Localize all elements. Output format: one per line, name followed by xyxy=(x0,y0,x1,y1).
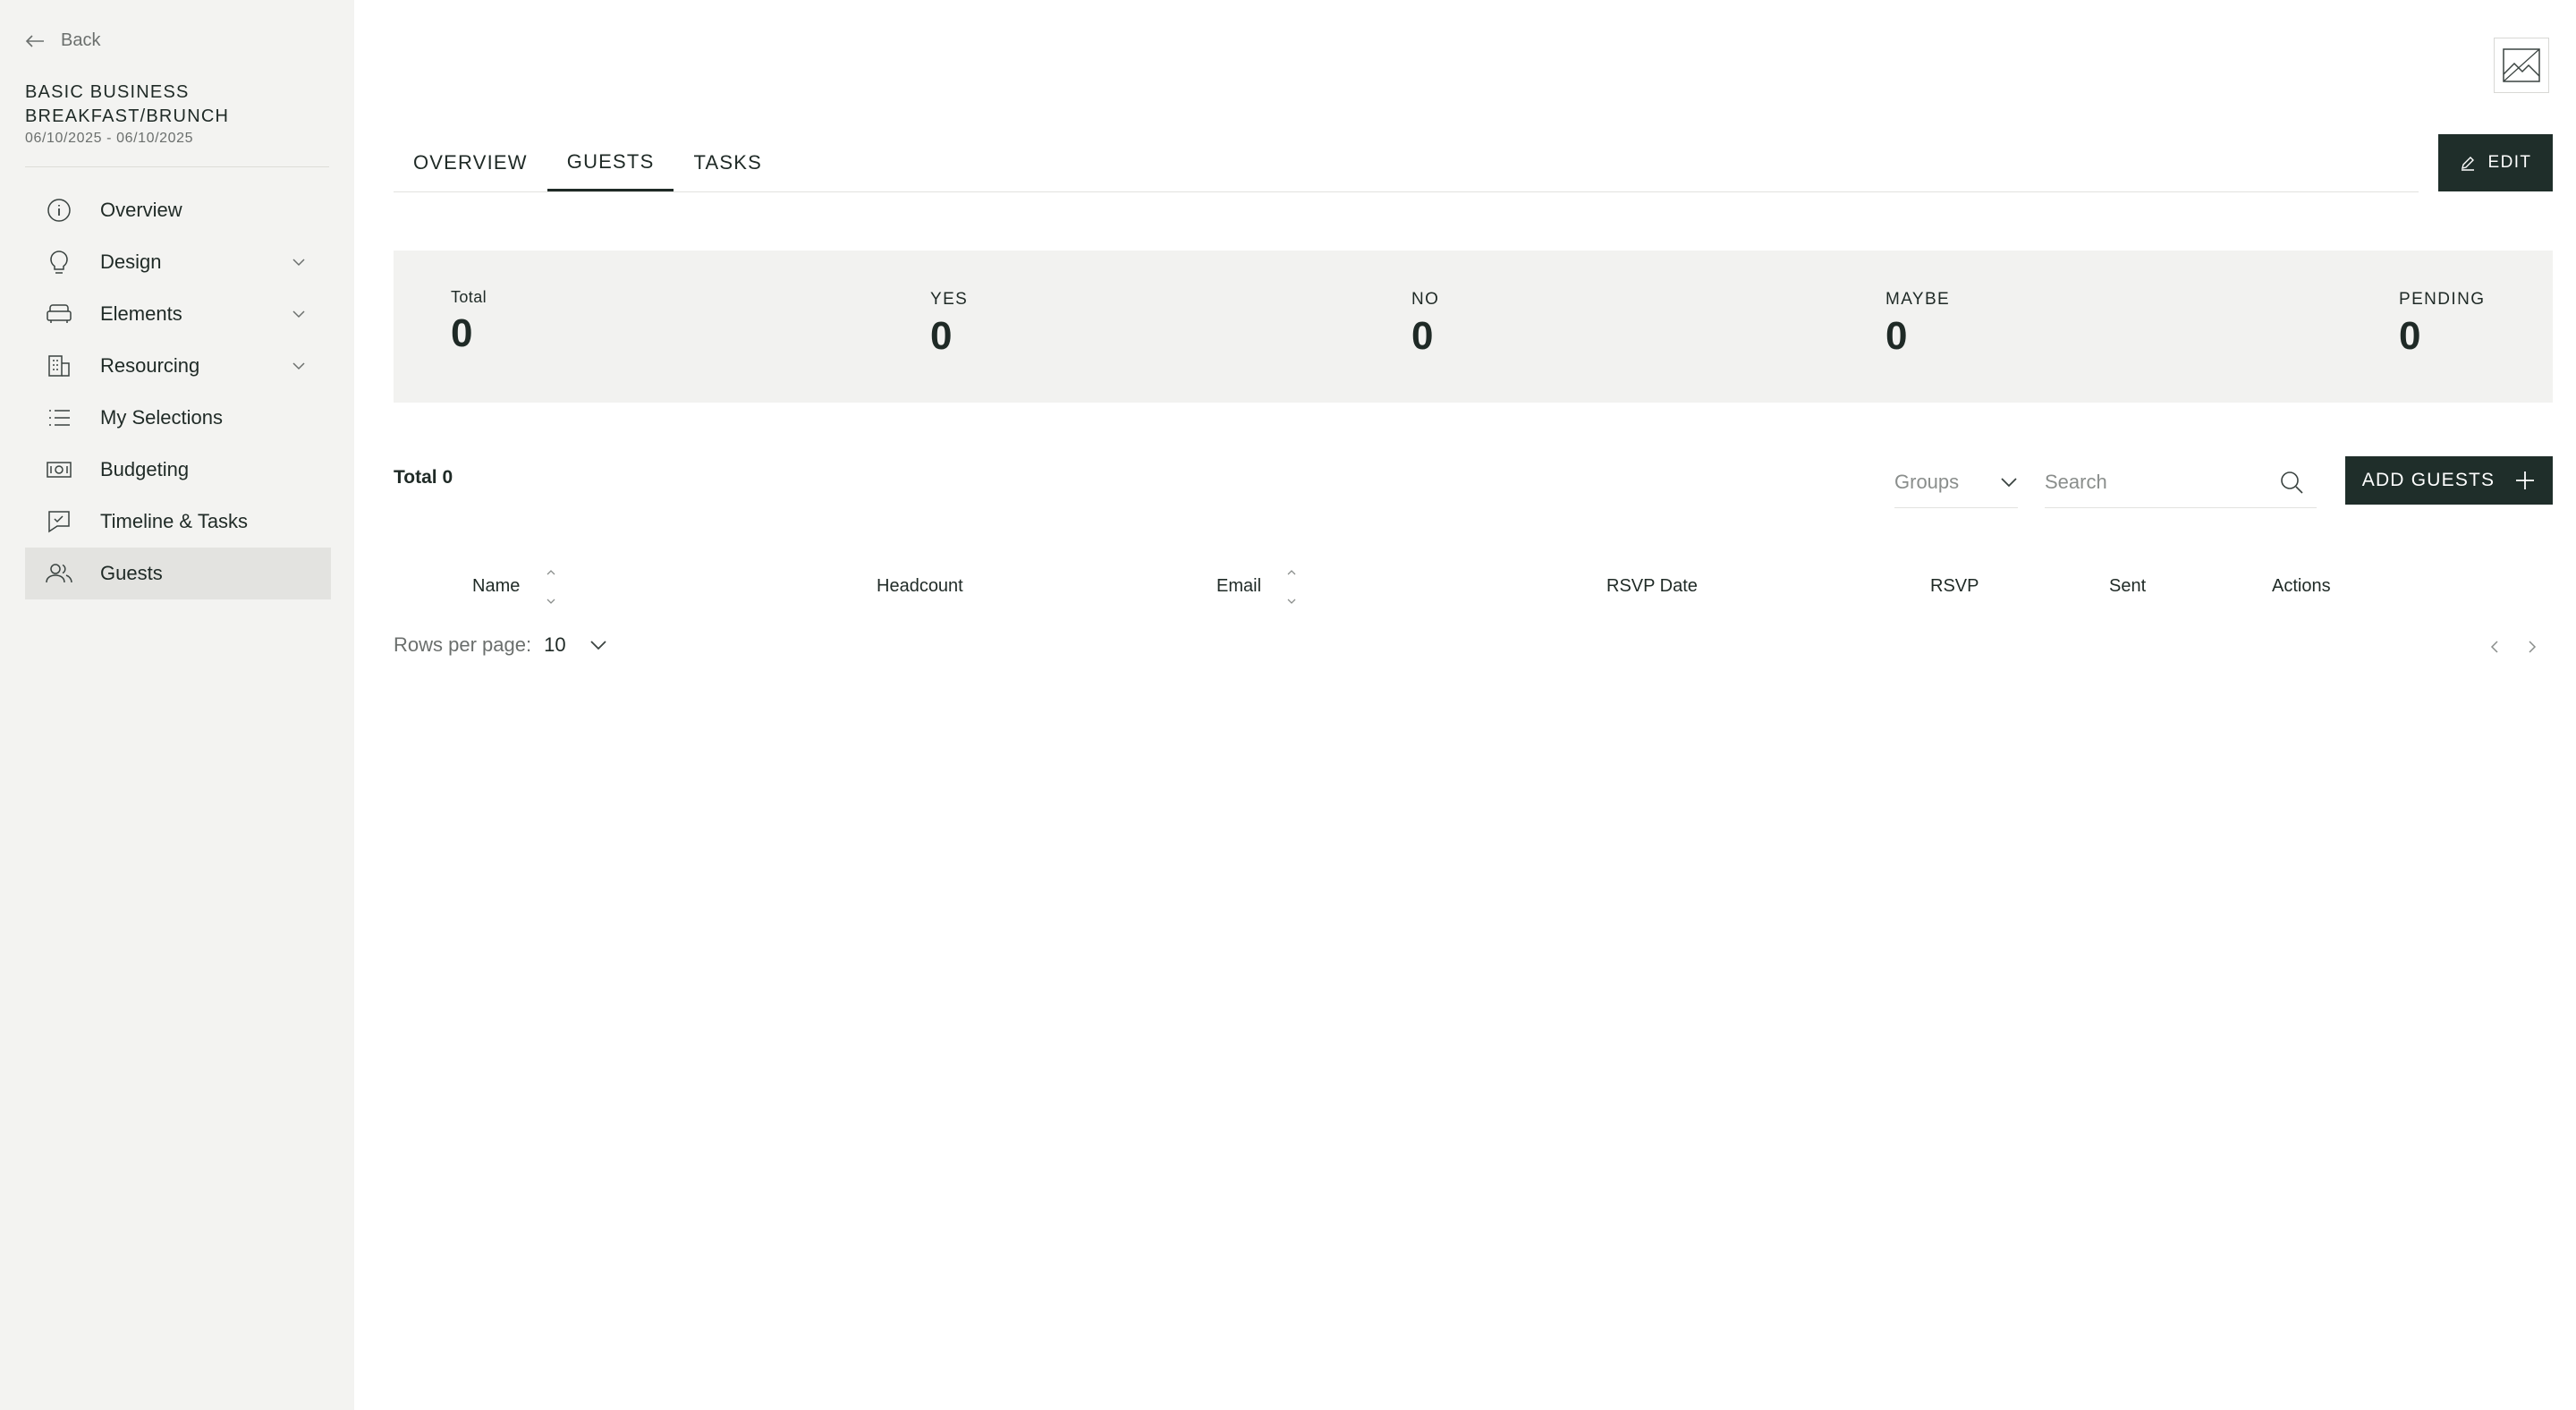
rows-per-page: Rows per page: 10 xyxy=(394,633,607,657)
chevron-down-icon xyxy=(2001,477,2017,487)
sidebar-item-label: Design xyxy=(100,251,162,273)
sidebar-item-label: Guests xyxy=(100,562,163,584)
search-input[interactable] xyxy=(2045,470,2259,494)
sidebar-item-resourcing[interactable]: Resourcing xyxy=(25,340,331,392)
add-guests-button[interactable]: ADD GUESTS xyxy=(2345,456,2553,505)
tab-bar: OVERVIEW GUESTS TASKS xyxy=(394,134,2419,192)
search-field xyxy=(2045,456,2317,508)
chevron-down-icon[interactable] xyxy=(290,305,308,323)
chevron-right-icon xyxy=(2529,641,2537,653)
checklist-icon xyxy=(45,507,73,536)
sort-toggle-email[interactable] xyxy=(1284,565,1299,610)
sidebar-item-label: Timeline & Tasks xyxy=(100,510,249,532)
stat-maybe: MAYBE 0 xyxy=(1885,290,1950,356)
sidebar: Back BASIC BUSINESS BREAKFAST/BRUNCH 06/… xyxy=(0,0,354,1410)
groups-label: Groups xyxy=(1894,470,1960,493)
sidebar-item-label: Overview xyxy=(100,199,182,221)
sort-toggle-name[interactable] xyxy=(544,565,558,610)
sidebar-item-label: Elements xyxy=(100,302,182,325)
stat-label: YES xyxy=(930,290,969,309)
arrow-left-icon xyxy=(25,34,44,47)
users-icon xyxy=(45,559,73,588)
edit-label: EDIT xyxy=(2487,153,2532,172)
list-icon xyxy=(45,403,73,432)
sidebar-nav: Overview Design Elements Resourcing My S… xyxy=(25,184,331,599)
sidebar-item-design[interactable]: Design xyxy=(25,236,331,288)
chevron-down-icon[interactable] xyxy=(290,253,308,271)
sidebar-item-label: Budgeting xyxy=(100,458,190,480)
back-label: Back xyxy=(61,30,101,50)
lightbulb-icon xyxy=(45,248,73,276)
event-title: BASIC BUSINESS BREAKFAST/BRUNCH xyxy=(25,82,230,126)
column-header-headcount: Headcount xyxy=(877,576,963,596)
guest-total-label: Total 0 xyxy=(394,467,453,488)
sidebar-item-guests[interactable]: Guests xyxy=(25,548,331,599)
event-dates: 06/10/2025 - 06/10/2025 xyxy=(25,131,194,146)
chevron-down-icon[interactable] xyxy=(290,357,308,375)
back-link[interactable]: Back xyxy=(25,30,100,51)
banknote-icon xyxy=(45,455,73,484)
stat-value: 0 xyxy=(2399,314,2421,358)
stat-label: NO xyxy=(1411,290,1440,309)
tab-tasks[interactable]: TASKS xyxy=(674,134,782,191)
stat-value: 0 xyxy=(451,311,473,355)
sort-icon xyxy=(1287,570,1296,604)
rows-per-page-select[interactable]: 10 xyxy=(544,633,606,657)
rows-per-page-value: 10 xyxy=(544,633,566,656)
column-header-name[interactable]: Name xyxy=(472,576,520,597)
stat-value: 0 xyxy=(930,314,953,358)
chevron-down-icon xyxy=(589,641,606,650)
sidebar-item-overview[interactable]: Overview xyxy=(25,184,331,236)
stat-yes: YES 0 xyxy=(930,290,968,356)
stat-pending: PENDING 0 xyxy=(2399,290,2485,356)
edit-button[interactable]: EDIT xyxy=(2438,134,2553,191)
sidebar-item-label: My Selections xyxy=(100,406,223,429)
sidebar-item-timeline-tasks[interactable]: Timeline & Tasks xyxy=(25,496,331,548)
column-header-actions: Actions xyxy=(2272,576,2331,596)
chevron-left-icon xyxy=(2490,641,2498,653)
rsvp-summary: Total 0 YES 0 NO 0 MAYBE 0 PENDING 0 xyxy=(394,251,2553,403)
sidebar-item-budgeting[interactable]: Budgeting xyxy=(25,444,331,496)
rows-per-page-label: Rows per page: xyxy=(394,633,532,656)
stat-label: MAYBE xyxy=(1885,290,1951,309)
stat-label: PENDING xyxy=(2399,290,2486,309)
column-header-email[interactable]: Email xyxy=(1216,576,1261,597)
plus-icon xyxy=(2516,471,2535,489)
add-guests-label: ADD GUESTS xyxy=(2361,470,2496,490)
tab-guests[interactable]: GUESTS xyxy=(547,134,674,191)
image-placeholder-button[interactable] xyxy=(2494,38,2549,93)
stat-total: Total 0 xyxy=(451,288,487,353)
stat-label: Total xyxy=(451,288,487,306)
pencil-icon xyxy=(2461,157,2474,171)
stat-value: 0 xyxy=(1411,314,1434,358)
sidebar-item-my-selections[interactable]: My Selections xyxy=(25,392,331,444)
image-icon xyxy=(2503,48,2540,82)
next-page-button[interactable] xyxy=(2521,635,2544,658)
column-header-rsvp-date: RSVP Date xyxy=(1606,576,1698,596)
stat-no: NO 0 xyxy=(1411,290,1439,356)
search-icon[interactable] xyxy=(2279,470,2304,495)
building-icon xyxy=(45,352,73,380)
sort-icon xyxy=(547,570,555,604)
previous-page-button[interactable] xyxy=(2483,635,2506,658)
info-icon xyxy=(45,196,73,225)
sofa-icon xyxy=(45,300,73,328)
guest-table-header: Name Headcount Email RSVP Date RSVP Sent… xyxy=(394,564,2553,612)
sidebar-item-elements[interactable]: Elements xyxy=(25,288,331,340)
sidebar-item-label: Resourcing xyxy=(100,354,200,377)
groups-select[interactable]: Groups xyxy=(1894,456,2018,508)
sidebar-divider xyxy=(25,166,329,167)
tab-overview[interactable]: OVERVIEW xyxy=(394,134,547,191)
column-header-sent: Sent xyxy=(2109,576,2147,596)
column-header-rsvp: RSVP xyxy=(1930,576,1979,596)
stat-value: 0 xyxy=(1885,314,1908,358)
